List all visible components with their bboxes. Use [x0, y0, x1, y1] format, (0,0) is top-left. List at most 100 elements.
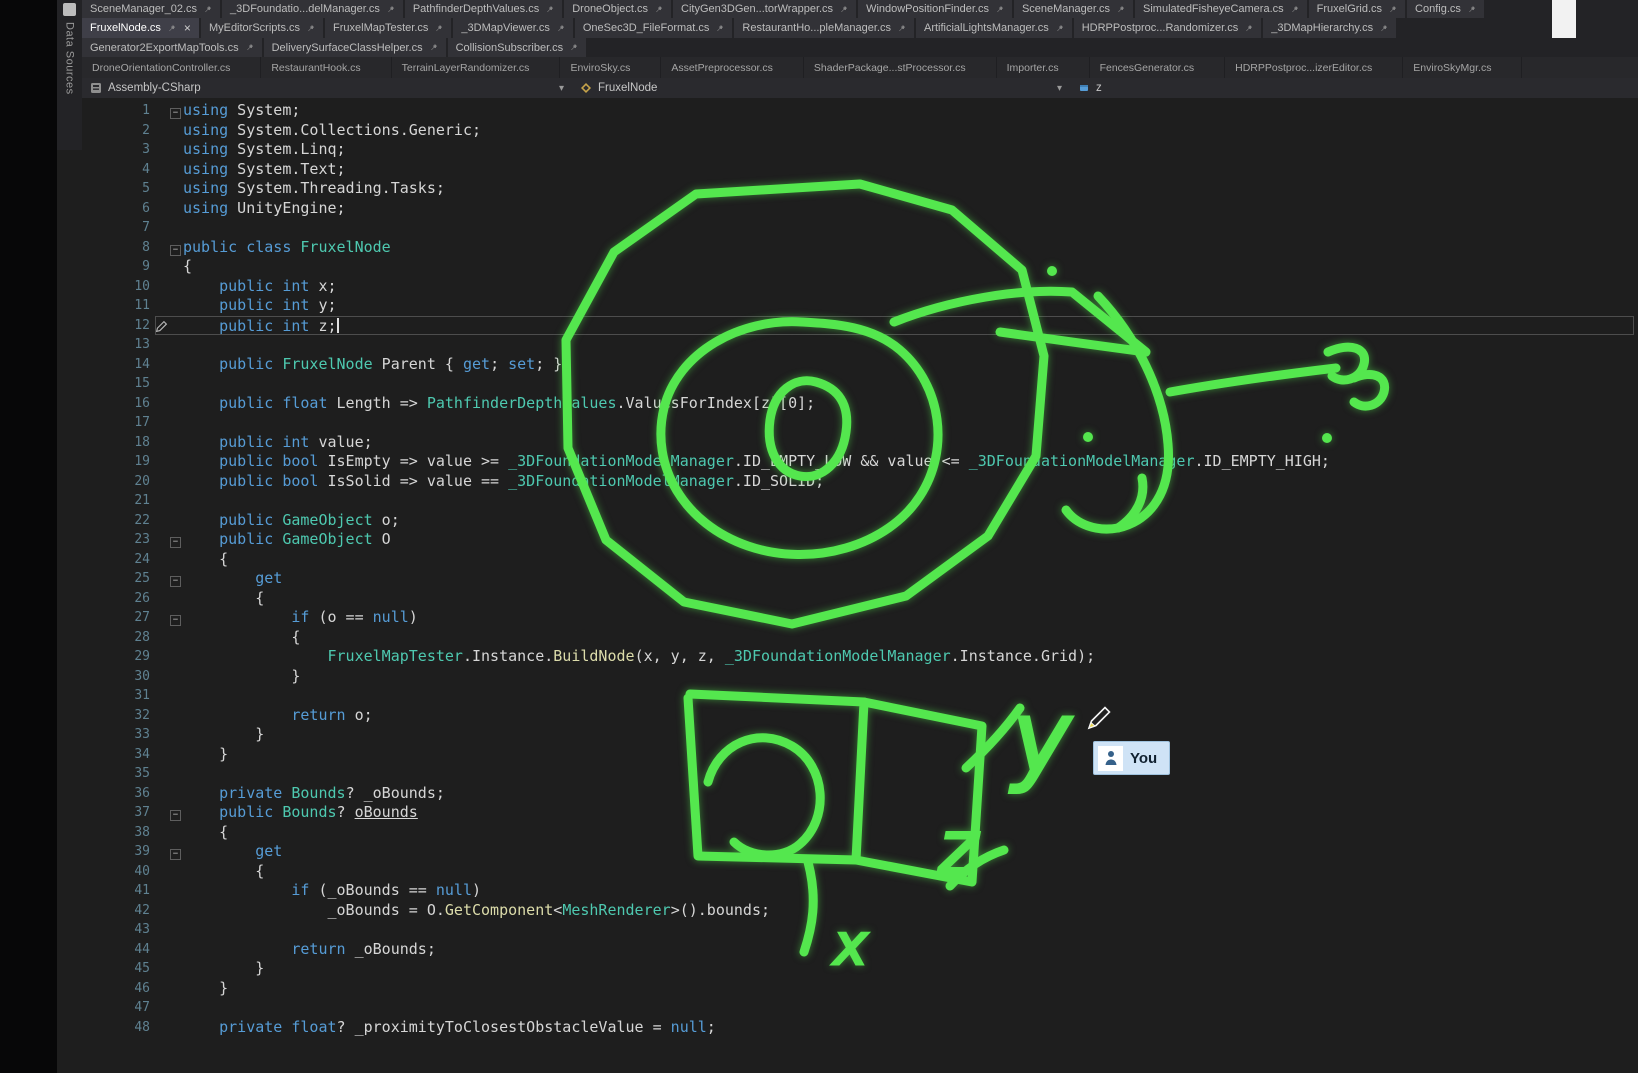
code-line-16[interactable]: 16 public float Length => PathfinderDept… — [0, 394, 1638, 414]
close-icon[interactable]: × — [184, 21, 191, 35]
code-line-29[interactable]: 29 FruxelMapTester.Instance.BuildNode(x,… — [0, 647, 1638, 667]
type-dropdown[interactable]: FruxelNode ▾ — [572, 78, 1070, 98]
code-line-20[interactable]: 20 public bool IsSolid => value == _3DFo… — [0, 472, 1638, 492]
pin-icon[interactable] — [995, 5, 1004, 14]
code-line-25[interactable]: 25− get — [0, 569, 1638, 589]
code-line-36[interactable]: 36 private Bounds? _oBounds; — [0, 784, 1638, 804]
code-line-31[interactable]: 31 — [0, 686, 1638, 706]
pin-icon[interactable] — [1244, 24, 1253, 33]
pin-icon[interactable] — [203, 5, 212, 14]
document-envirosky-cs[interactable]: EnviroSky.cs — [560, 57, 661, 78]
scrollbar-thumb[interactable] — [1552, 0, 1576, 38]
code-line-27[interactable]: 27− if (o == null) — [0, 608, 1638, 628]
tab-deliverysurfaceclasshelper-cs[interactable]: DeliverySurfaceClassHelper.cs — [264, 38, 446, 57]
tab-citygen3dgen-torwrapper-cs[interactable]: CityGen3DGen...torWrapper.cs — [673, 0, 856, 18]
code-line-22[interactable]: 22 public GameObject o; — [0, 511, 1638, 531]
member-dropdown[interactable]: z — [1070, 78, 1638, 98]
pin-icon[interactable] — [1467, 5, 1476, 14]
code-line-8[interactable]: 8−public class FruxelNode — [0, 238, 1638, 258]
tab-fruxelmaptester-cs[interactable]: FruxelMapTester.cs — [325, 18, 451, 38]
pin-icon[interactable] — [1055, 24, 1064, 33]
pin-icon[interactable] — [245, 43, 254, 52]
tab-fruxelnode-cs[interactable]: FruxelNode.cs× — [82, 18, 199, 38]
pin-icon[interactable] — [715, 24, 724, 33]
code-editor[interactable]: 1−using System;2using System.Collections… — [0, 98, 1638, 1073]
code-line-45[interactable]: 45 } — [0, 959, 1638, 979]
code-line-28[interactable]: 28 { — [0, 628, 1638, 648]
tab-onesec3d-fileformat-cs[interactable]: OneSec3D_FileFormat.cs — [575, 18, 733, 38]
code-line-33[interactable]: 33 } — [0, 725, 1638, 745]
code-line-4[interactable]: 4using System.Text; — [0, 160, 1638, 180]
pin-icon[interactable] — [386, 5, 395, 14]
pin-icon[interactable] — [429, 43, 438, 52]
tab-myeditorscripts-cs[interactable]: MyEditorScripts.cs — [201, 18, 323, 38]
code-line-17[interactable]: 17 — [0, 413, 1638, 433]
code-line-47[interactable]: 47 — [0, 998, 1638, 1018]
code-line-5[interactable]: 5using System.Threading.Tasks; — [0, 179, 1638, 199]
code-line-48[interactable]: 48 private float? _proximityToClosestObs… — [0, 1018, 1638, 1038]
code-line-19[interactable]: 19 public bool IsEmpty => value >= _3DFo… — [0, 452, 1638, 472]
document-importer-cs[interactable]: Importer.cs — [997, 57, 1090, 78]
document-shaderpackage-stprocessor-cs[interactable]: ShaderPackage...stProcessor.cs — [804, 57, 997, 78]
tab-scenemanager-cs[interactable]: SceneManager.cs — [1014, 0, 1133, 18]
code-line-14[interactable]: 14 public FruxelNode Parent { get; set; … — [0, 355, 1638, 375]
code-line-43[interactable]: 43 — [0, 920, 1638, 940]
pin-icon[interactable] — [167, 24, 176, 33]
pin-icon[interactable] — [556, 24, 565, 33]
project-dropdown[interactable]: Assembly-CSharp ▾ — [82, 78, 572, 98]
code-line-37[interactable]: 37− public Bounds? oBounds — [0, 803, 1638, 823]
code-line-13[interactable]: 13 — [0, 335, 1638, 355]
pin-icon[interactable] — [897, 24, 906, 33]
code-line-18[interactable]: 18 public int value; — [0, 433, 1638, 453]
code-line-44[interactable]: 44 return _oBounds; — [0, 940, 1638, 960]
code-line-24[interactable]: 24 { — [0, 550, 1638, 570]
tab-collisionsubscriber-cs[interactable]: CollisionSubscriber.cs — [448, 38, 587, 57]
code-line-42[interactable]: 42 _oBounds = O.GetComponent<MeshRendere… — [0, 901, 1638, 921]
document-enviroskymgr-cs[interactable]: EnviroSkyMgr.cs — [1403, 57, 1522, 78]
pin-icon[interactable] — [569, 43, 578, 52]
fold-toggle[interactable]: − — [170, 849, 181, 860]
tab-scenemanager-02-cs[interactable]: SceneManager_02.cs — [82, 0, 220, 18]
fold-toggle[interactable]: − — [170, 108, 181, 119]
fold-toggle[interactable]: − — [170, 576, 181, 587]
document-restauranthook-cs[interactable]: RestaurantHook.cs — [261, 57, 391, 78]
tab-droneobject-cs[interactable]: DroneObject.cs — [564, 0, 671, 18]
pin-icon[interactable] — [1116, 5, 1125, 14]
tab--3dmaphierarchy-cs[interactable]: _3DMapHierarchy.cs — [1263, 18, 1396, 38]
pin-icon[interactable] — [434, 24, 443, 33]
code-line-1[interactable]: 1−using System; — [0, 101, 1638, 121]
code-line-9[interactable]: 9{ — [0, 257, 1638, 277]
code-line-41[interactable]: 41 if (_oBounds == null) — [0, 881, 1638, 901]
tab-generator2exportmaptools-cs[interactable]: Generator2ExportMapTools.cs — [82, 38, 262, 57]
document-droneorientationcontroller-cs[interactable]: DroneOrientationController.cs — [82, 57, 261, 78]
tab-config-cs[interactable]: Config.cs — [1407, 0, 1484, 18]
document-fencesgenerator-cs[interactable]: FencesGenerator.cs — [1090, 57, 1226, 78]
document-terrainlayerrandomizer-cs[interactable]: TerrainLayerRandomizer.cs — [392, 57, 561, 78]
code-line-38[interactable]: 38 { — [0, 823, 1638, 843]
code-line-46[interactable]: 46 } — [0, 979, 1638, 999]
pin-icon[interactable] — [1290, 5, 1299, 14]
document-hdrppostproc-izereditor-cs[interactable]: HDRPPostproc...izerEditor.cs — [1225, 57, 1403, 78]
code-line-15[interactable]: 15 — [0, 374, 1638, 394]
code-line-23[interactable]: 23− public GameObject O — [0, 530, 1638, 550]
tab--3dmapviewer-cs[interactable]: _3DMapViewer.cs — [453, 18, 572, 38]
code-line-11[interactable]: 11 public int y; — [0, 296, 1638, 316]
fold-toggle[interactable]: − — [170, 810, 181, 821]
code-line-35[interactable]: 35 — [0, 764, 1638, 784]
pin-icon[interactable] — [545, 5, 554, 14]
code-line-32[interactable]: 32 return o; — [0, 706, 1638, 726]
fold-toggle[interactable]: − — [170, 615, 181, 626]
code-line-2[interactable]: 2using System.Collections.Generic; — [0, 121, 1638, 141]
fold-toggle[interactable]: − — [170, 245, 181, 256]
code-line-21[interactable]: 21 — [0, 491, 1638, 511]
code-line-40[interactable]: 40 { — [0, 862, 1638, 882]
fold-toggle[interactable]: − — [170, 537, 181, 548]
code-line-7[interactable]: 7 — [0, 218, 1638, 238]
pin-icon[interactable] — [1379, 24, 1388, 33]
code-line-26[interactable]: 26 { — [0, 589, 1638, 609]
tab-simulatedfisheyecamera-cs[interactable]: SimulatedFisheyeCamera.cs — [1135, 0, 1307, 18]
code-line-34[interactable]: 34 } — [0, 745, 1638, 765]
pin-icon[interactable] — [839, 5, 848, 14]
pin-icon[interactable] — [1388, 5, 1397, 14]
code-line-39[interactable]: 39− get — [0, 842, 1638, 862]
